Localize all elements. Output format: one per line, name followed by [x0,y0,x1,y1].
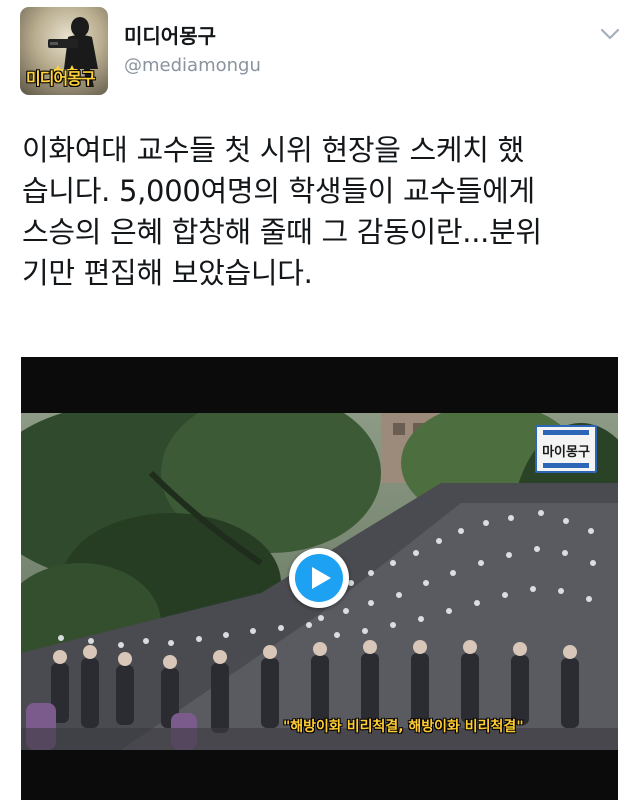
chevron-down-icon[interactable] [598,24,622,44]
channel-logo-text: 마이몽구 [542,445,590,460]
display-name[interactable]: 미디어몽구 [124,20,216,49]
channel-logo: 마이몽구 [535,425,597,473]
avatar-logo-text: 미디어몽구 [26,69,96,88]
tweet-text: 이화여대 교수들 첫 시위 현장을 스케치 했 습니다. 5,000여명의 학생… [22,133,542,290]
play-icon [295,554,343,602]
avatar[interactable]: 미디어몽구 [20,7,108,95]
tweet-card: 미디어몽구 미디어몽구 @mediamongu 이화여대 교수들 첫 시위 현장… [0,0,639,801]
video-player[interactable]: 마이몽구 "해방이화 비리척결, 해방이화 비리척결" [21,357,618,800]
video-subtitle: "해방이화 비리척결, 해방이화 비리척결" [283,719,524,735]
user-handle[interactable]: @mediamongu [124,55,261,76]
play-button[interactable] [289,548,349,608]
